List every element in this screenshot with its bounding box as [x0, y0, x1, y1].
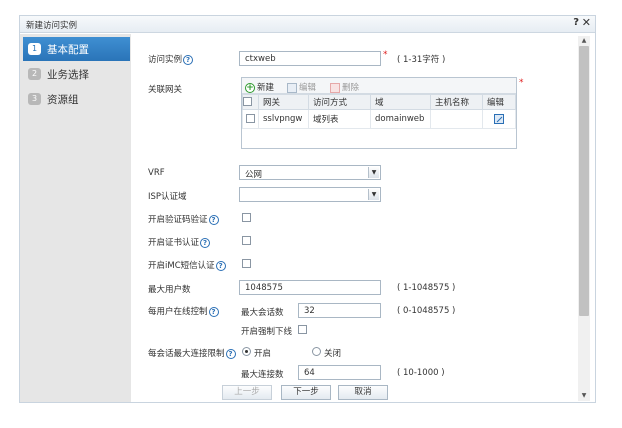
- isp-domain-label: ISP认证域: [148, 192, 187, 202]
- select-all-cell[interactable]: [242, 94, 259, 110]
- add-icon: +: [245, 82, 255, 93]
- vrf-select[interactable]: 公网 ▼: [239, 165, 381, 180]
- help-icon[interactable]: ?: [183, 54, 194, 65]
- edit-cell[interactable]: [482, 109, 516, 129]
- method-cell: 域列表: [308, 109, 371, 129]
- col-domain: 域: [370, 94, 431, 110]
- max-conn-input[interactable]: [298, 365, 381, 380]
- per-user-control-label: 每用户在线控制?: [148, 305, 219, 317]
- step-number: 2: [28, 68, 41, 80]
- select-all-checkbox[interactable]: [243, 97, 252, 106]
- max-sessions-hint: ( 0-1048575 ): [397, 306, 456, 316]
- instance-hint: ( 1-31字符 ): [397, 55, 446, 65]
- scroll-down-icon[interactable]: ▼: [578, 391, 590, 401]
- table-row: sslvpngw 域列表 domainweb: [242, 109, 516, 129]
- conn-limit-label: 每会话最大连接限制?: [148, 347, 236, 359]
- step-number: 3: [28, 93, 41, 105]
- help-icon[interactable]: ?: [573, 17, 579, 28]
- step-resource-group[interactable]: 3 资源组: [23, 87, 130, 111]
- step-label: 资源组: [47, 94, 79, 106]
- col-access-method: 访问方式: [308, 94, 371, 110]
- step-label: 业务选择: [47, 69, 89, 81]
- edit-icon: [287, 82, 297, 93]
- verify-code-checkbox[interactable]: [242, 213, 251, 222]
- instance-label: 访问实例?: [148, 53, 194, 65]
- close-icon[interactable]: ✕: [582, 16, 591, 29]
- next-step-button[interactable]: 下一步: [281, 385, 331, 400]
- isp-domain-select[interactable]: ▼: [239, 187, 381, 202]
- dialog-titlebar: 新建访问实例 ? ✕: [20, 16, 595, 33]
- imc-sms-checkbox[interactable]: [242, 259, 251, 268]
- help-icon[interactable]: ?: [215, 260, 226, 271]
- imc-sms-label: 开启iMC短信认证?: [148, 259, 226, 271]
- domain-cell: domainweb: [370, 109, 431, 129]
- radio-off-label[interactable]: 关闭: [324, 347, 341, 359]
- verify-code-label: 开启验证码验证?: [148, 213, 219, 225]
- gateway-toolbar: + 新建 编辑 删除: [242, 78, 516, 94]
- required-marker: *: [383, 50, 388, 60]
- table-header-row: 网关 访问方式 域 主机名称 编辑: [242, 94, 516, 110]
- max-users-label: 最大用户数: [148, 285, 191, 295]
- max-conn-hint: ( 10-1000 ): [397, 368, 445, 378]
- cancel-button[interactable]: 取消: [338, 385, 388, 400]
- instance-name-input[interactable]: [239, 51, 381, 66]
- max-users-hint: ( 1-1048575 ): [397, 283, 456, 293]
- step-basic-config[interactable]: 1 基本配置: [23, 37, 130, 61]
- conn-limit-on-radio[interactable]: [242, 347, 251, 356]
- cert-auth-checkbox[interactable]: [242, 236, 251, 245]
- vrf-label: VRF: [148, 168, 165, 178]
- trash-icon: [330, 82, 340, 93]
- edit-gateway-button[interactable]: 编辑: [287, 81, 316, 93]
- new-access-instance-dialog: 新建访问实例 ? ✕ 1 基本配置 2 业务选择 3 资源组 访问实例? * (…: [19, 15, 596, 403]
- row-select-cell[interactable]: [242, 109, 259, 129]
- col-edit: 编辑: [482, 94, 516, 110]
- chevron-down-icon: ▼: [368, 189, 379, 200]
- max-sessions-label: 最大会话数: [241, 308, 284, 318]
- host-cell: [430, 109, 483, 129]
- content-scrollbar[interactable]: ▲ ▼: [578, 36, 590, 401]
- help-icon[interactable]: ?: [225, 348, 236, 359]
- max-conn-label: 最大连接数: [241, 370, 284, 380]
- scroll-up-icon[interactable]: ▲: [578, 36, 590, 46]
- scroll-thumb[interactable]: [579, 46, 589, 316]
- col-host-name: 主机名称: [430, 94, 483, 110]
- force-offline-checkbox[interactable]: [298, 325, 307, 334]
- vrf-selected-value: 公网: [245, 170, 263, 180]
- conn-limit-off-radio[interactable]: [312, 347, 321, 356]
- dialog-title: 新建访问实例: [26, 21, 78, 31]
- chevron-down-icon: ▼: [368, 167, 379, 178]
- required-marker: *: [519, 78, 524, 88]
- step-number: 1: [28, 43, 41, 55]
- step-service-select[interactable]: 2 业务选择: [23, 62, 130, 86]
- add-gateway-button[interactable]: + 新建: [245, 81, 274, 93]
- edit-icon[interactable]: [494, 113, 504, 124]
- row-checkbox[interactable]: [246, 114, 255, 123]
- wizard-sidebar: 1 基本配置 2 业务选择 3 资源组: [20, 34, 131, 402]
- delete-gateway-button[interactable]: 删除: [330, 81, 359, 93]
- max-sessions-input[interactable]: [298, 303, 381, 318]
- gateway-table: 网关 访问方式 域 主机名称 编辑 sslvpngw 域列表 domainweb: [242, 94, 516, 129]
- col-gateway: 网关: [258, 94, 309, 110]
- gateway-panel: + 新建 编辑 删除 网关 访问方式 域 主机名称 编辑 sslvpngw 域列表…: [241, 77, 517, 149]
- help-icon[interactable]: ?: [200, 237, 211, 248]
- max-users-input[interactable]: [239, 280, 381, 295]
- cert-auth-label: 开启证书认证?: [148, 236, 211, 248]
- prev-step-button[interactable]: 上一步: [222, 385, 272, 400]
- force-offline-label: 开启强制下线: [241, 327, 293, 337]
- gateway-label: 关联网关: [148, 85, 183, 95]
- radio-on-label[interactable]: 开启: [254, 347, 271, 359]
- help-icon[interactable]: ?: [208, 214, 219, 225]
- step-label: 基本配置: [47, 44, 89, 56]
- gateway-cell: sslvpngw: [258, 109, 309, 129]
- help-icon[interactable]: ?: [208, 306, 219, 317]
